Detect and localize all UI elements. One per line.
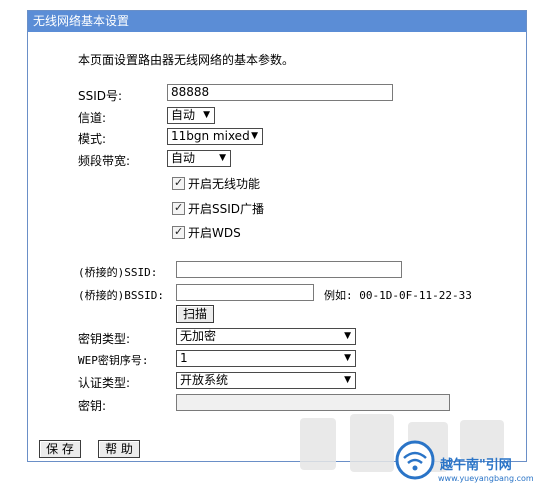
settings-panel: 无线网络基本设置 本页面设置路由器无线网络的基本参数。 SSID号: 88888… [27,10,527,462]
wireless-enable-row[interactable]: 开启无线功能 [172,175,261,192]
page-description: 本页面设置路由器无线网络的基本参数。 [78,53,295,67]
chevron-down-icon: ▼ [219,153,226,163]
watermark-brand: 越午南"引网 [440,458,512,473]
key-type-select[interactable]: 无加密 ▼ [176,328,356,345]
wifi-logo-icon [395,440,435,480]
bridge-ssid-input[interactable] [176,261,402,278]
wds-enable-checkbox[interactable] [172,224,185,240]
wep-index-value: 1 [180,351,188,365]
chevron-down-icon: ▼ [344,331,351,341]
wep-index-label: WEP密钥序号: [78,354,149,367]
bandwidth-value: 自动 [171,151,196,165]
bridge-ssid-label: (桥接的)SSID: [78,266,158,279]
chevron-down-icon: ▼ [251,131,258,141]
watermark: 越午南"引网 www.yueyangbang.com [280,400,548,492]
channel-value: 自动 [171,108,196,122]
bssid-example: 例如: 00-1D-0F-11-22-33 [324,289,472,302]
panel-title: 无线网络基本设置 [28,11,526,32]
channel-label: 信道: [78,111,107,125]
wds-enable-row[interactable]: 开启WDS [172,224,241,241]
mode-label: 模式: [78,132,107,146]
ssid-broadcast-checkbox[interactable] [172,200,185,216]
wep-index-select[interactable]: 1 ▼ [176,350,356,367]
chevron-down-icon: ▼ [344,353,351,363]
auth-type-label: 认证类型: [78,376,131,390]
bandwidth-select[interactable]: 自动 ▼ [167,150,231,167]
auth-type-select[interactable]: 开放系统 ▼ [176,372,356,389]
chevron-down-icon: ▼ [203,110,210,120]
mode-select[interactable]: 11bgn mixed ▼ [167,128,263,145]
wds-enable-label: 开启WDS [188,226,241,240]
ssid-input[interactable]: 88888 [167,84,393,101]
bridge-bssid-input[interactable] [176,284,314,301]
mode-value: 11bgn mixed [171,129,250,143]
key-type-value: 无加密 [180,329,217,343]
ssid-broadcast-row[interactable]: 开启SSID广播 [172,200,265,217]
wireless-enable-label: 开启无线功能 [188,177,261,191]
scan-button[interactable]: 扫描 [176,305,214,323]
key-label: 密钥: [78,399,107,413]
ssid-broadcast-label: 开启SSID广播 [188,202,265,216]
save-button[interactable]: 保 存 [39,440,81,458]
chevron-down-icon: ▼ [344,375,351,385]
channel-select[interactable]: 自动 ▼ [167,107,215,124]
ssid-label: SSID号: [78,89,123,103]
wireless-enable-checkbox[interactable] [172,175,185,191]
key-type-label: 密钥类型: [78,332,131,346]
watermark-url: www.yueyangbang.com [438,474,534,483]
auth-type-value: 开放系统 [180,373,229,387]
bandwidth-label: 频段带宽: [78,154,131,168]
help-button[interactable]: 帮 助 [98,440,140,458]
bridge-bssid-label: (桥接的)BSSID: [78,289,164,302]
